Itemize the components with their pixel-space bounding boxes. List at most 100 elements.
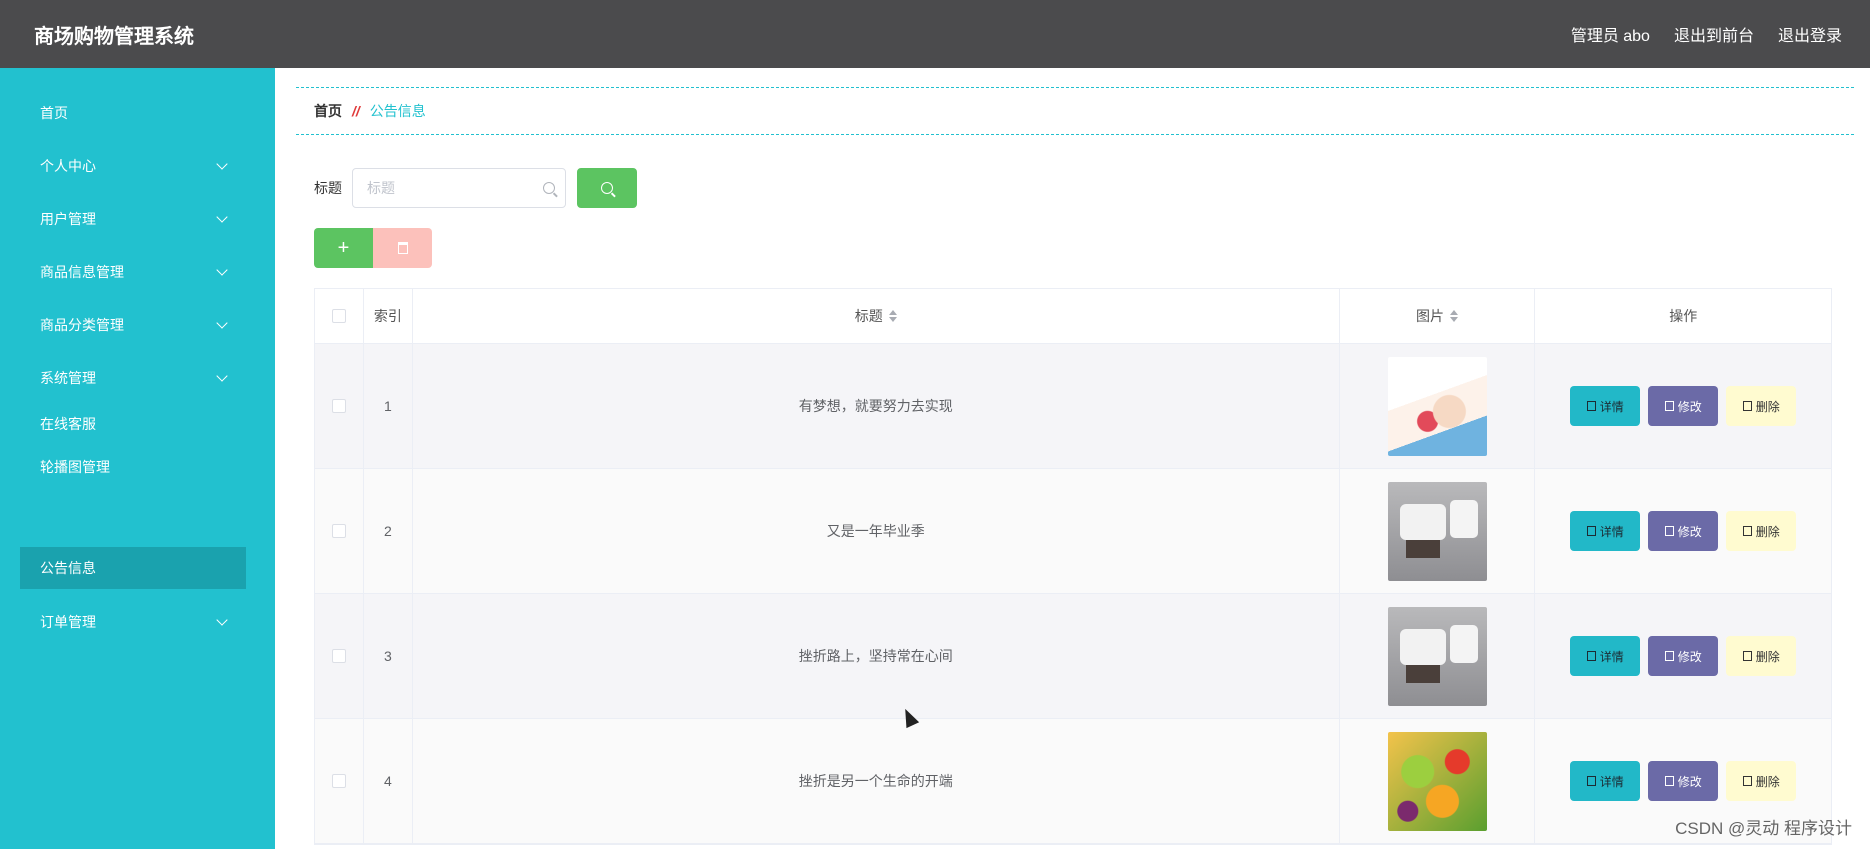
search-placeholder: 标题 xyxy=(367,180,395,196)
detail-label: 详情 xyxy=(1599,649,1624,664)
trash-icon xyxy=(1742,776,1752,786)
edit-label: 修改 xyxy=(1677,774,1702,789)
row-image-cell xyxy=(1340,719,1536,843)
breadcrumb: 首页 // 公告信息 xyxy=(296,87,1854,135)
search-button[interactable] xyxy=(577,168,637,208)
row-image-cell xyxy=(1340,469,1536,593)
edit-button[interactable]: 修改 xyxy=(1648,511,1719,551)
sort-icon[interactable] xyxy=(1450,310,1459,322)
edit-label: 修改 xyxy=(1677,649,1702,664)
edit-button[interactable]: 修改 xyxy=(1648,386,1719,426)
sidebar-item-product-info[interactable]: 商品信息管理 xyxy=(20,251,246,293)
delete-label: 删除 xyxy=(1755,774,1780,789)
sidebar-item-label: 系统管理 xyxy=(40,370,96,386)
row-index: 3 xyxy=(364,594,413,718)
sidebar-item-personal-center[interactable]: 个人中心 xyxy=(20,145,246,187)
chevron-down-icon xyxy=(216,264,228,276)
announcement-table: 索引 标题 图片 操作 1 有梦想，就要努力去实现 详情 修改 删除 2 又是一… xyxy=(314,288,1832,845)
breadcrumb-home[interactable]: 首页 xyxy=(314,101,342,121)
sidebar-item-carousel[interactable]: 轮播图管理 xyxy=(20,447,246,487)
logout-link[interactable]: 退出登录 xyxy=(1778,22,1842,46)
detail-button[interactable]: 详情 xyxy=(1570,636,1641,676)
table-header: 索引 标题 图片 操作 xyxy=(315,289,1831,344)
row-checkbox[interactable] xyxy=(331,649,346,663)
trash-icon xyxy=(1742,401,1752,411)
row-checkbox[interactable] xyxy=(331,774,346,788)
to-frontend-link[interactable]: 退出到前台 xyxy=(1674,22,1754,46)
row-image-cell xyxy=(1340,594,1536,718)
detail-label: 详情 xyxy=(1599,524,1624,539)
search-icon xyxy=(543,182,555,194)
sidebar: 首页 个人中心 用户管理 商品信息管理 商品分类管理 系统管理 在线客服 轮播图… xyxy=(0,68,275,849)
trash-icon xyxy=(1742,526,1752,536)
row-image-cell xyxy=(1340,344,1536,468)
edit-button[interactable]: 修改 xyxy=(1648,636,1719,676)
row-operations: 详情 修改 删除 xyxy=(1535,594,1831,718)
row-index: 1 xyxy=(364,344,413,468)
sidebar-item-label: 公告信息 xyxy=(40,560,96,576)
row-title: 挫折路上，坚持常在心间 xyxy=(413,594,1340,718)
sidebar-item-online-service[interactable]: 在线客服 xyxy=(20,404,246,444)
edit-icon xyxy=(1664,401,1674,411)
delete-button[interactable]: 删除 xyxy=(1726,511,1797,551)
table-row: 3 挫折路上，坚持常在心间 详情 修改 删除 xyxy=(315,594,1831,719)
delete-button[interactable]: 删除 xyxy=(1726,761,1797,801)
delete-label: 删除 xyxy=(1755,649,1780,664)
trash-icon xyxy=(1742,651,1752,661)
fruit-image[interactable] xyxy=(1387,731,1487,831)
sidebar-item-orders[interactable]: 订单管理 xyxy=(20,601,246,643)
column-image[interactable]: 图片 xyxy=(1340,289,1536,343)
select-all-checkbox[interactable] xyxy=(331,309,346,323)
search-icon xyxy=(601,182,613,194)
sofa-image[interactable] xyxy=(1387,481,1487,581)
edit-icon xyxy=(1664,776,1674,786)
sidebar-item-label: 商品信息管理 xyxy=(40,264,124,280)
document-icon xyxy=(1586,526,1596,536)
sidebar-item-label: 用户管理 xyxy=(40,211,96,227)
edit-button[interactable]: 修改 xyxy=(1648,761,1719,801)
edit-label: 修改 xyxy=(1677,399,1702,414)
row-checkbox-cell xyxy=(315,719,364,843)
search-input[interactable]: 标题 xyxy=(352,168,566,208)
row-operations: 详情 修改 删除 xyxy=(1535,344,1831,468)
chevron-down-icon xyxy=(216,211,228,223)
chevron-down-icon xyxy=(216,370,228,382)
breadcrumb-separator: // xyxy=(352,103,360,119)
sidebar-item-label: 商品分类管理 xyxy=(40,317,124,333)
add-button[interactable]: + xyxy=(314,228,373,268)
row-checkbox[interactable] xyxy=(331,524,346,538)
row-checkbox-cell xyxy=(315,594,364,718)
sort-icon[interactable] xyxy=(888,310,897,322)
row-checkbox[interactable] xyxy=(331,399,346,413)
detail-button[interactable]: 详情 xyxy=(1570,511,1641,551)
row-title: 挫折是另一个生命的开端 xyxy=(413,719,1340,843)
edit-icon xyxy=(1664,526,1674,536)
delete-button[interactable]: 删除 xyxy=(1726,386,1797,426)
chevron-down-icon xyxy=(216,317,228,329)
sidebar-item-user-management[interactable]: 用户管理 xyxy=(20,198,246,240)
sidebar-item-announcements[interactable]: 公告信息 xyxy=(20,547,246,589)
sidebar-item-label: 订单管理 xyxy=(40,614,96,630)
sidebar-item-label: 轮播图管理 xyxy=(40,459,110,475)
detail-label: 详情 xyxy=(1599,774,1624,789)
batch-delete-button[interactable] xyxy=(373,228,432,268)
edit-icon xyxy=(1664,651,1674,661)
column-title-label: 标题 xyxy=(854,308,883,324)
edit-label: 修改 xyxy=(1677,524,1702,539)
sidebar-item-home[interactable]: 首页 xyxy=(20,92,246,134)
sofa-image[interactable] xyxy=(1387,606,1487,706)
sidebar-item-system[interactable]: 系统管理 xyxy=(20,357,246,399)
row-checkbox-cell xyxy=(315,344,364,468)
detail-button[interactable]: 详情 xyxy=(1570,386,1641,426)
delete-button[interactable]: 删除 xyxy=(1726,636,1797,676)
sidebar-item-product-category[interactable]: 商品分类管理 xyxy=(20,304,246,346)
detail-button[interactable]: 详情 xyxy=(1570,761,1641,801)
row-operations: 详情 修改 删除 xyxy=(1535,469,1831,593)
row-title: 有梦想，就要努力去实现 xyxy=(413,344,1340,468)
column-title[interactable]: 标题 xyxy=(413,289,1340,343)
breadcrumb-current: 公告信息 xyxy=(369,103,426,119)
column-operation: 操作 xyxy=(1669,308,1698,324)
document-icon xyxy=(1586,651,1596,661)
admin-label[interactable]: 管理员 abo xyxy=(1571,22,1650,46)
cartoon-image[interactable] xyxy=(1387,356,1487,456)
